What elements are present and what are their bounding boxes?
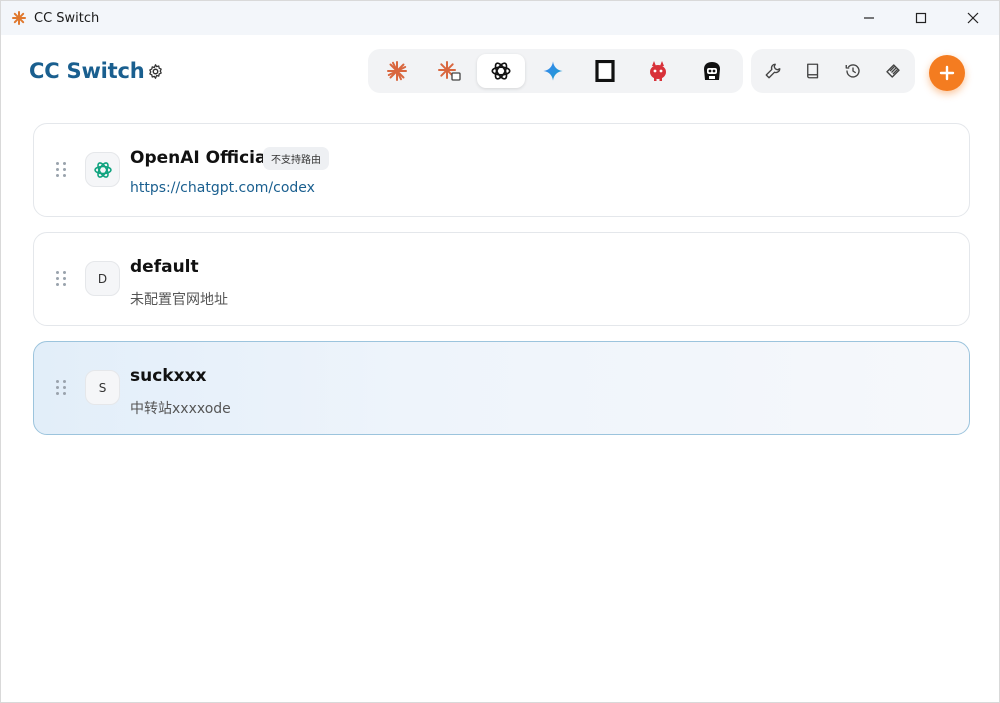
app-tab-codex[interactable]	[477, 54, 525, 88]
toolbar	[751, 49, 915, 93]
app-tab-gemini[interactable]	[529, 54, 577, 88]
layers-icon	[886, 64, 900, 78]
provider-avatar	[85, 152, 120, 187]
book-icon	[807, 63, 819, 79]
provider-subtitle: 中转站xxxxode	[130, 401, 231, 417]
maximize-button[interactable]	[895, 1, 947, 35]
claude-icon	[387, 61, 407, 81]
app-tab-dark-mascot[interactable]	[688, 54, 736, 88]
docs-button[interactable]	[796, 54, 830, 88]
gear-icon	[148, 63, 162, 79]
app-tab-claude-desktop[interactable]	[425, 54, 473, 88]
openai-logo-icon	[93, 161, 112, 178]
app-tab-red-mascot[interactable]	[634, 54, 682, 88]
app-switcher	[368, 49, 743, 93]
presets-button[interactable]	[876, 54, 910, 88]
close-icon	[967, 12, 979, 24]
provider-subtitle: 未配置官网地址	[130, 292, 228, 308]
app-logo-icon	[11, 10, 27, 26]
claude-desktop-icon	[438, 61, 461, 81]
close-button[interactable]	[947, 1, 999, 35]
plus-icon	[939, 65, 955, 81]
routing-badge: 不支持路由	[263, 147, 329, 170]
minimize-icon	[864, 17, 874, 19]
app-header: CC Switch	[1, 35, 999, 107]
history-icon	[845, 64, 860, 78]
drag-handle-icon[interactable]	[56, 162, 68, 178]
minimize-button[interactable]	[843, 1, 895, 35]
drag-handle-icon[interactable]	[56, 271, 68, 287]
window-controls	[843, 1, 999, 35]
settings-button[interactable]	[146, 62, 164, 80]
provider-url-link[interactable]: https://chatgpt.com/codex	[130, 180, 315, 196]
maximize-icon	[915, 12, 927, 24]
app-window: CC Switch CC Switch OpenAI Official 不支持路…	[0, 0, 1000, 703]
opencode-icon	[595, 60, 615, 82]
provider-name: suckxxx	[130, 366, 207, 386]
tools-button[interactable]	[756, 54, 790, 88]
openai-codex-icon	[491, 62, 511, 80]
title-bar: CC Switch	[1, 1, 999, 35]
window-title: CC Switch	[34, 10, 100, 26]
red-mascot-icon	[650, 61, 666, 81]
history-button[interactable]	[836, 54, 870, 88]
app-tab-claude[interactable]	[373, 54, 421, 88]
brand-title: CC Switch	[29, 59, 145, 83]
drag-handle-icon[interactable]	[56, 380, 68, 396]
provider-avatar: S	[85, 370, 120, 405]
gemini-icon	[543, 61, 563, 81]
provider-card-openai-official[interactable]: OpenAI Official 不支持路由 https://chatgpt.co…	[33, 123, 970, 217]
wrench-icon	[765, 63, 781, 79]
app-tab-opencode[interactable]	[581, 54, 629, 88]
provider-name: OpenAI Official	[130, 148, 273, 168]
provider-avatar: D	[85, 261, 120, 296]
dark-mascot-icon	[704, 62, 720, 80]
add-provider-button[interactable]	[929, 55, 965, 91]
provider-card-suckxxx[interactable]: S suckxxx 中转站xxxxode	[33, 341, 970, 435]
provider-card-default[interactable]: D default 未配置官网地址	[33, 232, 970, 326]
provider-name: default	[130, 257, 199, 277]
